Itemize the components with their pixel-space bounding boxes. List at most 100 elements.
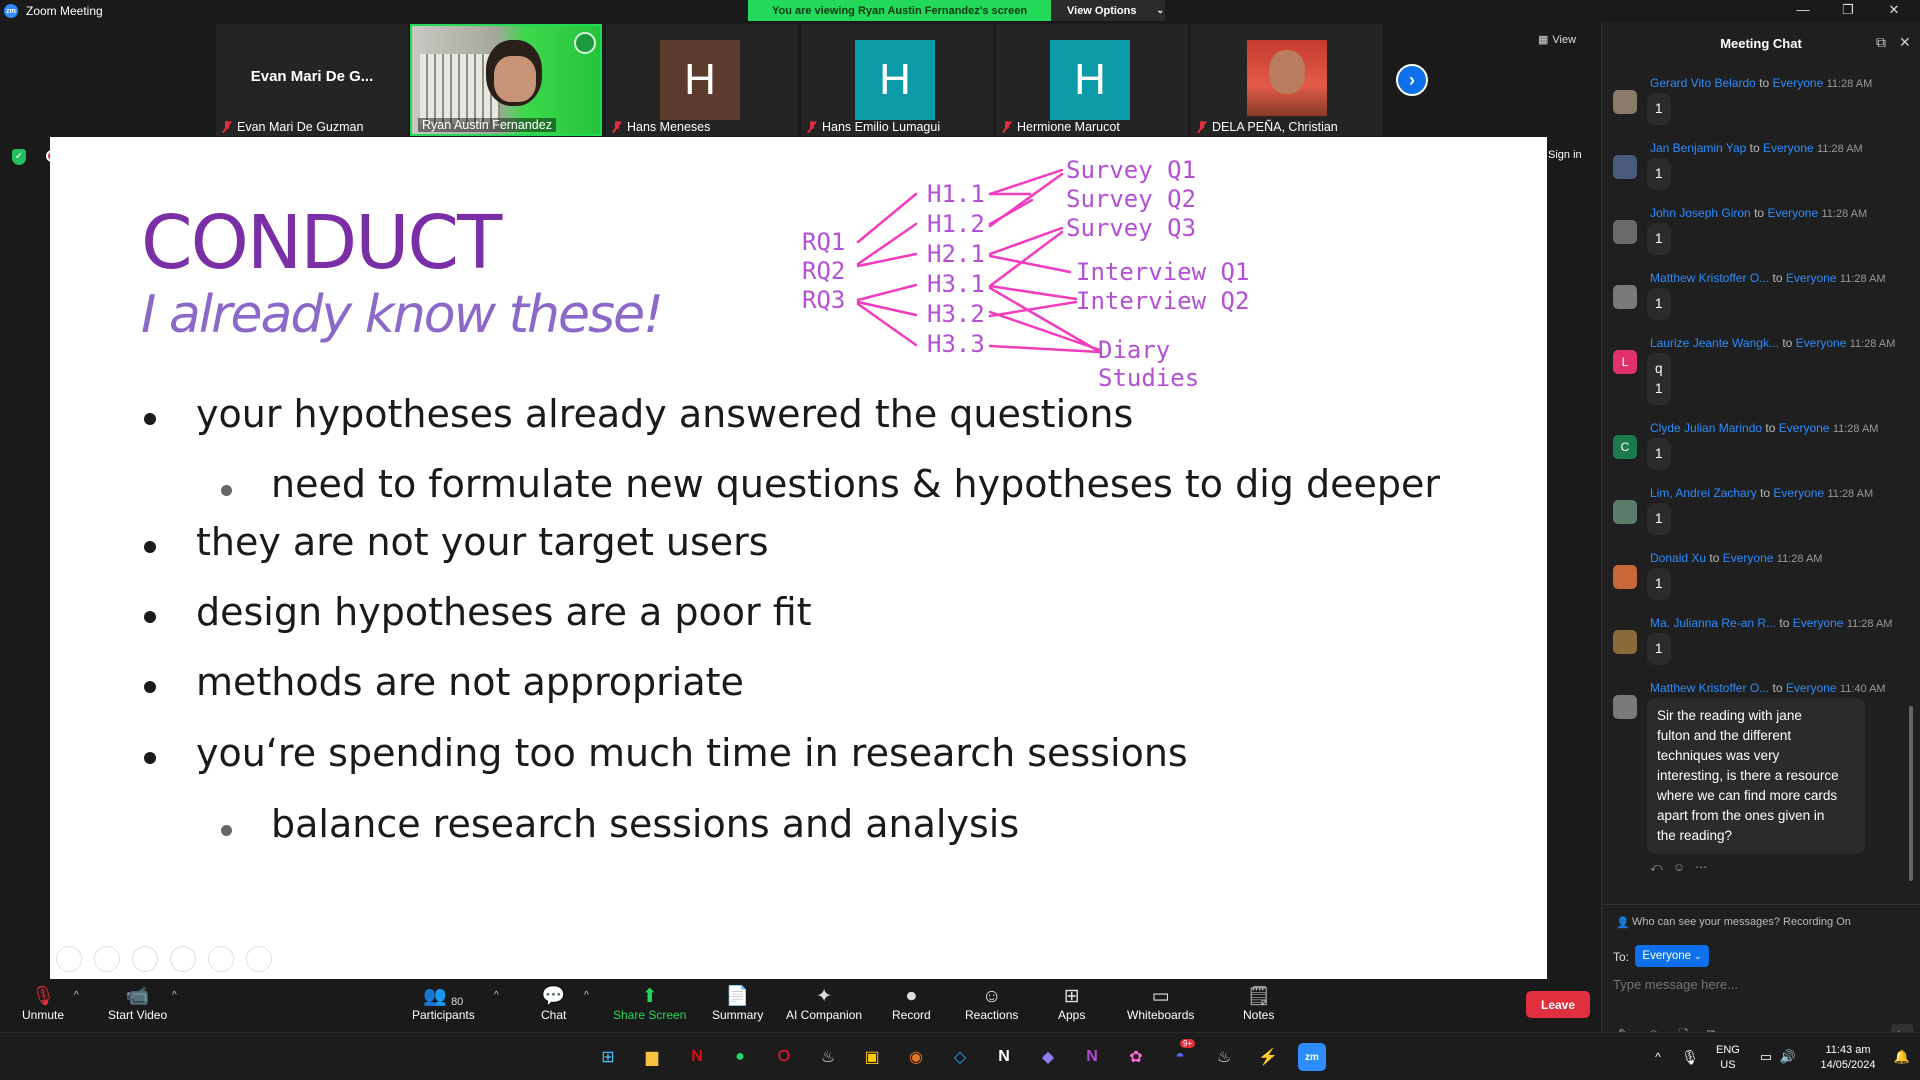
opera-icon[interactable]: O [770,1043,798,1071]
steam-icon[interactable]: ♨ [814,1043,842,1071]
share-screen-label: Share Screen [613,1008,687,1022]
reply-icon[interactable]: ⤺ [1650,860,1663,875]
slides-grid-icon[interactable] [170,946,196,972]
message-bubble[interactable]: 1 [1647,288,1671,320]
ai-companion-button[interactable]: ✦ AI Companion [786,984,862,1022]
message-bubble[interactable]: q1 [1647,353,1671,405]
whiteboards-label: Whiteboards [1127,1008,1195,1022]
to-label: to [1709,551,1720,565]
share-screen-button[interactable]: ⬆ Share Screen [613,984,686,1022]
sender-name[interactable]: John Joseph Giron [1650,206,1751,220]
sender-name[interactable]: Laurize Jeante Wangk... [1650,336,1779,350]
prev-slide-icon[interactable] [56,946,82,972]
sender-name[interactable]: Matthew Kristoffer O... [1650,681,1769,695]
connector-line [856,300,918,317]
mic-muted-icon: 🎙 [30,986,56,1007]
file-explorer-icon[interactable]: ▆ [638,1043,666,1071]
leave-button[interactable]: Leave [1526,991,1590,1018]
chat-button[interactable]: 💬 Chat [541,984,566,1022]
participants-options-icon[interactable]: ^ [494,990,499,1001]
recipient-name: Everyone [1785,271,1837,285]
steam-icon[interactable]: ♨ [1210,1043,1238,1071]
netflix-icon[interactable]: N [683,1043,711,1071]
message-bubble[interactable]: 1 [1647,503,1671,535]
next-page-button[interactable]: › [1396,64,1428,96]
windows-start-icon[interactable]: ⊞ [594,1043,622,1071]
view-button[interactable]: ▦ View [1538,33,1576,47]
minimize-icon[interactable]: — [1793,2,1813,17]
close-chat-icon[interactable]: ✕ [1899,34,1911,51]
message-bubble[interactable]: 1 [1647,633,1671,665]
clock[interactable]: 11:43 am 14/05/2024 [1812,1043,1884,1073]
onenote-icon[interactable]: N [1078,1043,1106,1071]
participant-name: Hans Meneses [627,120,711,134]
language-indicator[interactable]: ENG US [1716,1043,1740,1073]
sender-name[interactable]: Donald Xu [1650,551,1706,565]
recording-note[interactable]: Who can see your messages? Recording On [1632,916,1851,928]
sender-name[interactable]: Ma. Julianna Re-an R... [1650,616,1776,630]
notion-icon[interactable]: N [990,1043,1018,1071]
game-launcher-icon[interactable]: ▣ [858,1043,886,1071]
sender-name[interactable]: Jan Benjamin Yap [1650,141,1746,155]
badge-logo-icon [574,32,596,54]
unmute-button[interactable]: 🎙 Unmute [22,984,64,1022]
participant-tile[interactable]: DELA PEÑA, Christian [1191,24,1383,136]
add-reaction-icon[interactable]: ☺ [1673,860,1685,875]
restore-icon[interactable]: ❐ [1838,2,1858,18]
zoom-icon[interactable] [208,946,234,972]
chat-scrollbar[interactable] [1909,706,1913,881]
unmute-options-icon[interactable]: ^ [74,990,79,1001]
volume-icon[interactable]: 🔊 [1774,1043,1802,1071]
next-slide-icon[interactable] [94,946,120,972]
more-icon[interactable]: ⋯ [1695,860,1707,875]
pen-icon[interactable] [132,946,158,972]
close-icon[interactable]: ✕ [1884,2,1904,18]
basketball-app-icon[interactable]: ◉ [902,1043,930,1071]
vscode-icon[interactable]: ◇ [946,1043,974,1071]
method-label: Diary Studies [1098,336,1200,392]
reactions-button[interactable]: ☺ Reactions [965,984,1018,1022]
message-bubble[interactable]: 1 [1647,223,1671,255]
recipient-dropdown[interactable]: Everyone ⌄ [1635,945,1709,967]
start-video-button[interactable]: 📹 Start Video [108,984,167,1022]
participant-tile[interactable]: H Hermione Marucot [996,24,1188,136]
apps-button[interactable]: ⊞ Apps [1058,984,1085,1022]
message-bubble[interactable]: 1 [1647,438,1671,470]
participant-tile[interactable]: H Hans Emilio Lumagui [801,24,993,136]
sign-in-link[interactable]: Sign in [1548,149,1582,161]
avatar [1613,500,1637,524]
participant-tile[interactable]: H Hans Meneses [606,24,798,136]
message-input[interactable] [1613,977,1903,992]
sender-name[interactable]: Clyde Julian Marindo [1650,421,1762,435]
apps-icon: ⊞ [1063,986,1080,1007]
sender-name[interactable]: Gerard Vito Belardo [1650,76,1756,90]
message-bubble[interactable]: Sir the reading with jane fulton and the… [1647,698,1865,854]
record-button[interactable]: ⏺ Record [892,984,931,1022]
chat-options-icon[interactable]: ^ [584,990,589,1001]
popout-icon[interactable]: ⧉ [1876,34,1886,51]
sender-name[interactable]: Matthew Kristoffer O... [1650,271,1769,285]
microphone-icon[interactable]: 🎙 [1676,1043,1704,1071]
messenger-icon[interactable]: ⚡ [1254,1043,1282,1071]
whiteboards-button[interactable]: ▭ Whiteboards [1127,984,1194,1022]
sender-name[interactable]: Lim, Andrei Zachary [1650,486,1757,500]
participant-tile-active-speaker[interactable]: Ryan Austin Fernandez [410,24,602,136]
participants-button[interactable]: 👥 80 Participants [412,984,475,1022]
security-shield-icon[interactable]: ✓ [12,149,26,165]
obsidian-icon[interactable]: ◆ [1034,1043,1062,1071]
participant-tile[interactable]: Evan Mari De G... Evan Mari De Guzman [216,24,408,136]
tray-chevron-up-icon[interactable]: ^ [1644,1043,1672,1071]
photos-icon[interactable]: ✿ [1122,1043,1150,1071]
notes-button[interactable]: 🗒 Notes [1243,984,1274,1022]
summary-button[interactable]: 📄 Summary [712,984,763,1022]
message-bubble[interactable]: 1 [1647,93,1671,125]
notification-bell-icon[interactable]: 🔔 [1888,1043,1916,1071]
video-options-icon[interactable]: ^ [172,990,177,1001]
bullet-dot [221,485,232,496]
zoom-taskbar-icon[interactable]: zm [1298,1043,1326,1071]
view-options-button[interactable]: View Options ⌄ [1051,0,1165,21]
message-bubble[interactable]: 1 [1647,158,1671,190]
message-bubble[interactable]: 1 [1647,568,1671,600]
more-options-icon[interactable] [246,946,272,972]
spotify-icon[interactable]: ● [726,1043,754,1071]
